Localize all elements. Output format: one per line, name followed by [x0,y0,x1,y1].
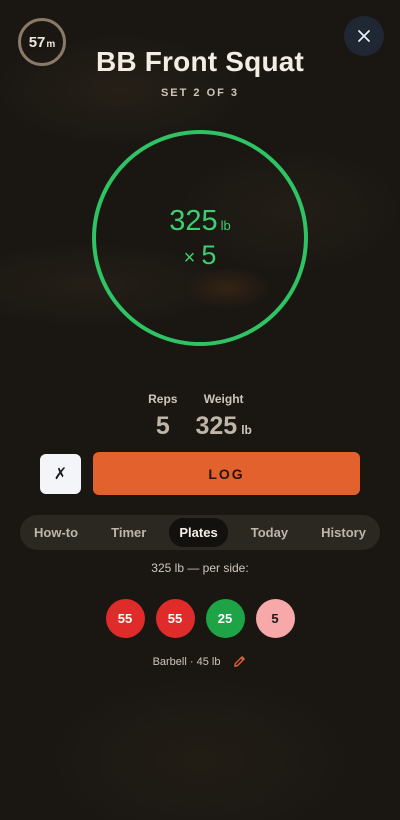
target-weight: 325 lb [169,207,231,236]
weight-unit: lb [241,423,252,437]
target-reps-value: 5 [201,240,217,270]
target-reps: × 5 [184,242,217,269]
set-stats: Reps 5 Weight 325 lb [0,392,400,441]
plate: 25 [205,599,245,638]
tab-how-to[interactable]: How-to [24,518,88,547]
target-weight-unit: lb [220,218,231,233]
close-icon [358,30,370,42]
plate: 55 [155,599,195,638]
edit-barbell-button[interactable] [232,654,247,669]
log-set-button[interactable]: LOG [93,452,360,495]
plate: 5 [255,599,295,638]
plate-list: 55 55 25 5 [0,599,400,638]
target-weight-value: 325 [169,205,218,237]
skip-set-button[interactable]: ✗ [40,454,81,494]
reps-label: Reps [148,392,178,406]
per-side-label: 325 lb — per side: [151,561,249,575]
reps-value: 5 [155,412,170,440]
weight-value-group: 325 lb [195,412,251,441]
tab-timer[interactable]: Timer [101,518,156,547]
weight-stat[interactable]: Weight 325 lb [195,392,251,441]
weight-value: 325 [195,412,238,440]
set-label: SET 2 OF 3 [160,87,240,99]
exercise-title: BB Front Squat [95,46,305,77]
reps-stat[interactable]: Reps 5 [148,392,177,441]
reps-multiplier: × [183,247,196,269]
plate: 55 [105,599,145,638]
target-ring: 325 lb × 5 [92,130,308,346]
barbell-row: Barbell · 45 lb [0,654,400,669]
tab-history[interactable]: History [311,518,376,547]
tab-plates[interactable]: Plates [169,518,228,547]
weight-label: Weight [203,392,244,406]
pencil-icon [234,656,246,667]
tab-today[interactable]: Today [241,518,298,547]
barbell-label: Barbell · 45 lb [152,655,221,668]
detail-tabs: How-to Timer Plates Today History [20,515,380,550]
